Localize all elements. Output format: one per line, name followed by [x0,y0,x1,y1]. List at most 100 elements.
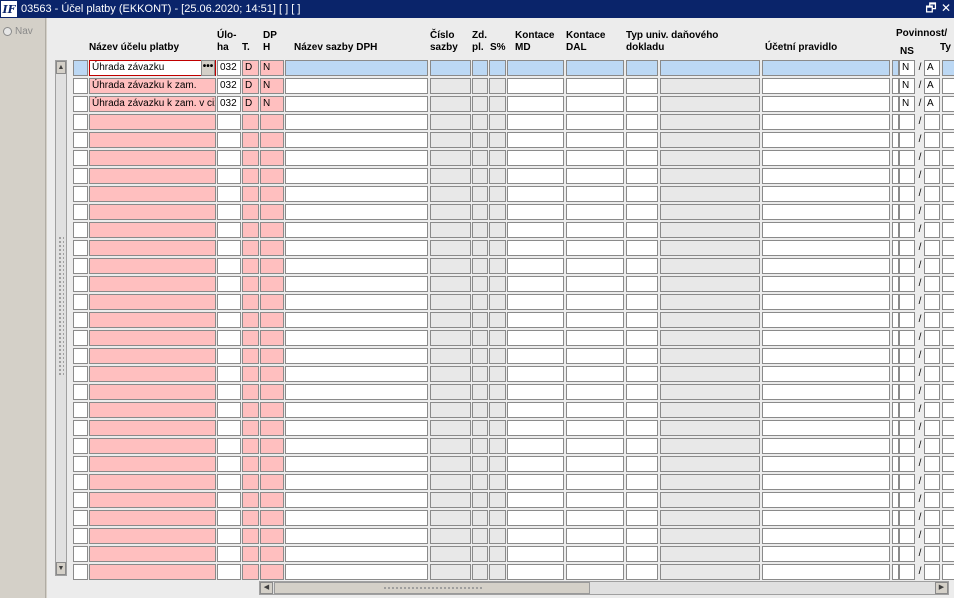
cell-ty[interactable] [924,438,940,454]
cell-spct[interactable] [489,204,506,220]
cell-ns[interactable] [899,474,915,490]
cell-nazev[interactable] [89,168,216,184]
cell-blank[interactable] [892,348,899,364]
cell-tud2[interactable] [660,132,760,148]
cell-upr[interactable] [762,330,890,346]
cell-kdal[interactable] [566,330,624,346]
cell-typ[interactable]: D [242,60,259,76]
cell-blank[interactable] [892,132,899,148]
cell-sel[interactable] [73,474,88,490]
cell-zdpl[interactable] [472,528,488,544]
cell-zdpl[interactable] [472,222,488,238]
cell-upr[interactable] [762,564,890,580]
cell-blank[interactable] [892,528,899,544]
cell-blank[interactable] [892,366,899,382]
table-row[interactable]: / [47,420,954,437]
cell-blank[interactable] [892,330,899,346]
cell-nazev[interactable] [89,132,216,148]
cell-sel[interactable] [73,60,88,76]
close-icon[interactable]: ✕ [939,1,953,16]
cell-dph[interactable] [260,240,284,256]
cell-typ[interactable]: D [242,78,259,94]
cell-csaz[interactable] [430,402,471,418]
cell-upr[interactable] [762,420,890,436]
cell-kmd[interactable] [507,240,564,256]
cell-kmd[interactable] [507,510,564,526]
cell-nsaz[interactable] [285,168,428,184]
cell-ty2[interactable] [942,204,954,220]
cell-blank[interactable] [892,168,899,184]
cell-typ[interactable]: D [242,96,259,112]
table-row[interactable]: / [47,204,954,221]
cell-nazev[interactable] [89,294,216,310]
table-row[interactable]: / [47,276,954,293]
cell-tud2[interactable] [660,402,760,418]
cell-tud1[interactable] [626,456,658,472]
cell-ns[interactable] [899,564,915,580]
cell-typ[interactable] [242,510,259,526]
cell-dph[interactable] [260,546,284,562]
cell-nazev[interactable] [89,276,216,292]
cell-ty[interactable] [924,204,940,220]
cell-blank[interactable] [892,402,899,418]
cell-nazev[interactable] [89,510,216,526]
cell-tud2[interactable] [660,474,760,490]
cell-csaz[interactable] [430,330,471,346]
cell-nsaz[interactable] [285,114,428,130]
cell-blank[interactable] [892,294,899,310]
cell-ns[interactable] [899,294,915,310]
cell-tud1[interactable] [626,294,658,310]
cell-zdpl[interactable] [472,474,488,490]
cell-typ[interactable] [242,528,259,544]
cell-ty[interactable] [924,402,940,418]
cell-csaz[interactable] [430,528,471,544]
cell-uloha[interactable] [217,186,241,202]
cell-spct[interactable] [489,168,506,184]
cell-upr[interactable] [762,78,890,94]
cell-ns[interactable] [899,402,915,418]
cell-zdpl[interactable] [472,258,488,274]
cell-sel[interactable] [73,150,88,166]
cell-nazev[interactable] [89,258,216,274]
cell-ty[interactable] [924,132,940,148]
cell-csaz[interactable] [430,384,471,400]
cell-nazev[interactable] [89,348,216,364]
cell-blank[interactable] [892,564,899,580]
cell-ns[interactable] [899,366,915,382]
cell-uloha[interactable] [217,150,241,166]
cell-tud1[interactable] [626,312,658,328]
cell-sel[interactable] [73,258,88,274]
cell-nazev[interactable] [89,402,216,418]
cell-blank[interactable] [892,312,899,328]
cell-sel[interactable] [73,492,88,508]
cell-kmd[interactable] [507,492,564,508]
cell-csaz[interactable] [430,564,471,580]
cell-sel[interactable] [73,384,88,400]
cell-upr[interactable] [762,492,890,508]
cell-spct[interactable] [489,78,506,94]
cell-spct[interactable] [489,438,506,454]
cell-kdal[interactable] [566,348,624,364]
cell-ns[interactable] [899,528,915,544]
cell-upr[interactable] [762,168,890,184]
cell-sel[interactable] [73,330,88,346]
cell-ty2[interactable] [942,294,954,310]
cell-ty2[interactable] [942,276,954,292]
cell-tud2[interactable] [660,294,760,310]
cell-ty[interactable] [924,528,940,544]
cell-sel[interactable] [73,546,88,562]
cell-blank[interactable] [892,186,899,202]
cell-sel[interactable] [73,348,88,364]
cell-ty2[interactable] [942,492,954,508]
scroll-right-icon[interactable]: ▶ [935,582,948,594]
cell-zdpl[interactable] [472,366,488,382]
cell-spct[interactable] [489,366,506,382]
cell-csaz[interactable] [430,186,471,202]
table-row[interactable]: / [47,528,954,545]
cell-typ[interactable] [242,132,259,148]
cell-zdpl[interactable] [472,312,488,328]
cell-uloha[interactable]: 032 [217,78,241,94]
cell-nsaz[interactable] [285,402,428,418]
cell-uloha[interactable] [217,546,241,562]
cell-nsaz[interactable] [285,204,428,220]
